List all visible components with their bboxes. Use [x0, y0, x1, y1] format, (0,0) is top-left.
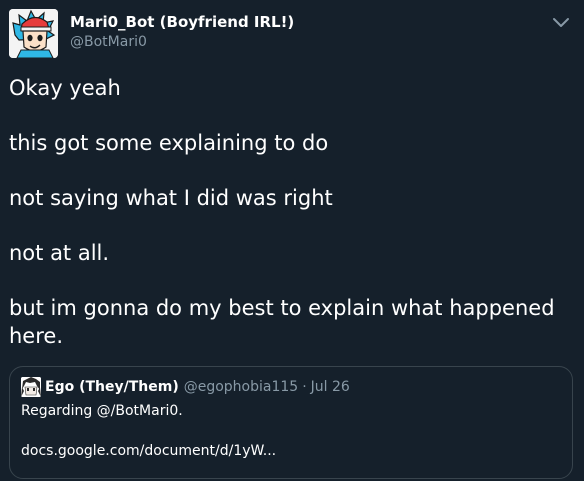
meta-separator: · [302, 379, 307, 395]
boyfriend-avatar-icon [9, 9, 58, 58]
quoted-author-avatar[interactable] [21, 377, 41, 397]
author-display-name[interactable]: Mari0_Bot (Boyfriend IRL!) [70, 12, 294, 32]
quoted-author-handle[interactable]: @egophobia115 [184, 379, 298, 395]
quoted-author-name[interactable]: Ego (They/Them) [45, 379, 179, 395]
quoted-tweet-card[interactable]: Ego (They/Them) @egophobia115 · Jul 26 R… [9, 366, 573, 479]
author-handle[interactable]: @BotMari0 [70, 32, 147, 52]
tweet-text: Okay yeah this got some explaining to do… [9, 74, 575, 350]
chevron-down-icon [553, 18, 569, 27]
tweet: Mari0_Bot (Boyfriend IRL!) @BotMari0 Oka… [0, 0, 584, 481]
tweet-menu-button[interactable] [550, 12, 572, 34]
tweet-paragraph: this got some explaining to do [9, 131, 329, 155]
tweet-paragraph: not saying what I did was right [9, 186, 333, 210]
author-avatar[interactable] [9, 9, 58, 58]
tweet-paragraph: Okay yeah [9, 76, 121, 100]
anime-character-avatar-icon [21, 377, 41, 397]
quoted-tweet-date[interactable]: Jul 26 [311, 379, 350, 395]
quoted-tweet-header: Ego (They/Them) @egophobia115 · Jul 26 [21, 377, 350, 397]
quoted-tweet-link[interactable]: docs.google.com/document/d/1yW... [21, 442, 276, 461]
tweet-paragraph: not at all. [9, 241, 110, 265]
tweet-paragraph: but im gonna do my best to explain what … [9, 296, 555, 348]
quoted-tweet-text: Regarding @/BotMari0. [21, 403, 183, 419]
